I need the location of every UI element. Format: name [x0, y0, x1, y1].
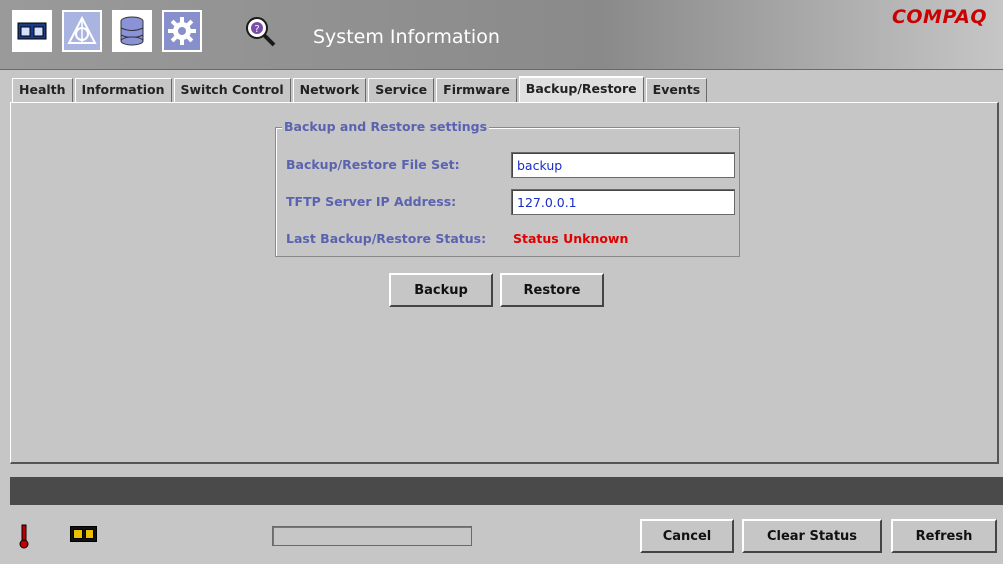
backup-restore-panel: Backup and Restore settings Backup/Resto… — [10, 102, 999, 464]
tab-network[interactable]: Network — [292, 78, 367, 102]
database-icon[interactable] — [112, 10, 152, 52]
brand-logo: COMPAQ — [891, 6, 987, 28]
tab-backup-restore[interactable]: Backup/Restore — [518, 76, 644, 102]
thermometer-icon — [19, 523, 29, 552]
tab-switch-control[interactable]: Switch Control — [173, 78, 291, 102]
fileset-label: Backup/Restore File Set: — [286, 157, 460, 172]
tftp-ip-input[interactable] — [511, 189, 735, 215]
tftp-label: TFTP Server IP Address: — [286, 194, 457, 209]
network-triangle-icon[interactable] — [62, 10, 102, 52]
status-bar — [10, 477, 1003, 505]
status-value: Status Unknown — [513, 231, 629, 246]
switch-icon[interactable] — [12, 10, 52, 52]
switch-status-icon — [70, 526, 97, 542]
tab-strip: Health Information Switch Control Networ… — [12, 76, 709, 102]
header-bar: ? System Information COMPAQ — [0, 0, 1003, 70]
page-title: System Information — [313, 26, 500, 48]
backup-settings-group: Backup and Restore settings Backup/Resto… — [275, 119, 740, 257]
cancel-button[interactable]: Cancel — [640, 519, 734, 553]
progress-bar — [272, 526, 472, 546]
magnifier-help-icon[interactable]: ? — [240, 10, 280, 52]
group-title: Backup and Restore settings — [282, 119, 490, 134]
restore-button[interactable]: Restore — [500, 273, 604, 307]
refresh-button[interactable]: Refresh — [891, 519, 997, 553]
status-label: Last Backup/Restore Status: — [286, 231, 487, 246]
clear-status-button[interactable]: Clear Status — [742, 519, 882, 553]
tab-health[interactable]: Health — [12, 78, 73, 102]
tab-service[interactable]: Service — [368, 78, 435, 102]
tab-firmware[interactable]: Firmware — [436, 78, 517, 102]
tab-events[interactable]: Events — [645, 78, 708, 102]
gear-icon[interactable] — [162, 10, 202, 52]
backup-button[interactable]: Backup — [389, 273, 493, 307]
fileset-input[interactable] — [511, 152, 735, 178]
tab-information[interactable]: Information — [74, 78, 172, 102]
svg-text:?: ? — [254, 24, 259, 35]
